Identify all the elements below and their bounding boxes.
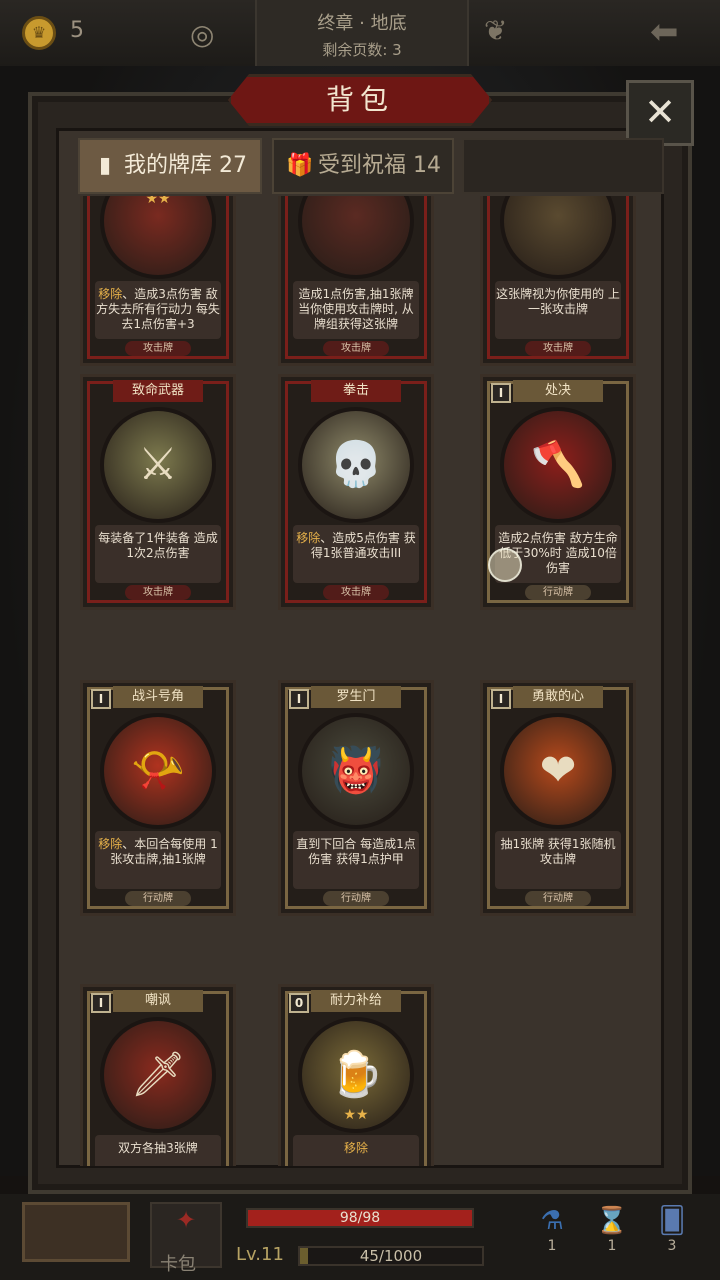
close-button[interactable]: ✕ [626, 80, 694, 146]
pages-remaining: 剩余页数: 3 [322, 41, 402, 59]
card[interactable]: 嘲讽I🗡双方各抽3张牌行动牌 [80, 984, 236, 1166]
chapter-info: 终章 · 地底 剩余页数: 3 [255, 0, 469, 66]
item-count: 3 [667, 1238, 677, 1254]
card[interactable]: 耐力补给0🍺★★移除行动牌 [278, 984, 434, 1166]
card-cost: I [289, 689, 309, 709]
potion-icon: ⚗ [540, 1206, 564, 1236]
hourglass-item[interactable]: ⌛ 1 [592, 1206, 632, 1254]
card-type: 行动牌 [125, 891, 191, 906]
card[interactable]: 勇敢的心 I ❤ 抽1张牌 获得1张随机攻击牌行动牌 [480, 680, 636, 916]
card-stars: ★★ [145, 196, 171, 207]
item-count: 1 [547, 1238, 557, 1254]
card-art: 👹 [298, 713, 414, 829]
card-bag-label: 卡包 [160, 1254, 196, 1275]
hp-text: 98/98 [339, 1210, 381, 1226]
card-name: 罗生门 [311, 686, 401, 708]
card-description: 移除、本回合每使用 1张攻击牌,抽1张牌 [95, 831, 221, 889]
crown-coin-icon: ♛ [22, 16, 56, 50]
card[interactable]: 拳击 💀 移除、造成5点伤害 获得1张普通攻击III 攻击牌 [278, 374, 434, 610]
tab-my-deck-label: 我的牌库 27 [124, 153, 247, 178]
tab-my-deck[interactable]: ▮ 我的牌库 27 [78, 138, 262, 194]
card-art-glyph: 👹 [328, 745, 384, 796]
card[interactable]: 战斗号角 I 📯 移除、本回合每使用 1张攻击牌,抽1张牌行动牌 [80, 680, 236, 916]
plant-icon[interactable]: ❦ [484, 14, 507, 47]
card-keyword: 移除 [98, 287, 123, 301]
card-icon: ▮ [98, 153, 112, 178]
card-cost: I [91, 993, 111, 1013]
cards-icon: 🂠 [658, 1206, 686, 1236]
card-type: 攻击牌 [525, 341, 591, 356]
coin-count: 5 [70, 18, 84, 43]
bag-icon: ✦ [175, 1206, 197, 1234]
card-art: 💀 [298, 407, 414, 523]
card-art-glyph: 🪓 [530, 439, 586, 490]
tab-blessings[interactable]: 🎁 受到祝福 14 [272, 138, 454, 194]
card-type: 攻击牌 [323, 585, 389, 600]
card-art: 🪓 [500, 407, 616, 523]
card[interactable]: 致命武器 ⚔ 每装备了1件装备 造成1次2点伤害攻击牌 [80, 374, 236, 610]
card-art-glyph: 💀 [328, 439, 384, 490]
card-name: 战斗号角 [113, 686, 203, 708]
level-label: Lv.11 [236, 1244, 284, 1265]
back-arrow-icon[interactable]: ⬅ [650, 12, 679, 52]
card-grid: ★★ 移除、造成3点伤害 敌方失去所有行动力 每失去1点伤害+3 攻击牌 造成1点伤害… [56, 196, 664, 1166]
card-art-glyph: 🗡 [130, 1049, 186, 1100]
cards-item[interactable]: 🂠 3 [652, 1206, 692, 1254]
card-art: ⚔ [100, 407, 216, 523]
card[interactable]: ★★ 移除、造成3点伤害 敌方失去所有行动力 每失去1点伤害+3 攻击牌 [80, 196, 236, 366]
card-description: 移除、造成3点伤害 敌方失去所有行动力 每失去1点伤害+3 [95, 281, 221, 339]
card-art-glyph: ❤ [539, 745, 577, 796]
card-description: 移除、造成5点伤害 获得1张普通攻击III [293, 525, 419, 583]
card-description: 移除 [293, 1135, 419, 1166]
card-name: 嘲讽 [113, 990, 203, 1012]
hourglass-icon: ⌛ [595, 1206, 629, 1236]
card-type: 攻击牌 [323, 341, 389, 356]
tab-bar-filler [462, 138, 664, 194]
card[interactable]: 罗生门 I 👹 直到下回合 每造成1点伤害 获得1点护甲行动牌 [278, 680, 434, 916]
top-bar: ♛ 5 ◎ 终章 · 地底 剩余页数: 3 ❦ ⬅ [0, 0, 720, 68]
card-cost: I [491, 689, 511, 709]
card-type: 行动牌 [525, 585, 591, 600]
eye-icon[interactable]: ◎ [190, 18, 214, 51]
card-description: 这张牌视为你使用的 上一张攻击牌 [495, 281, 621, 339]
xp-text: 45/1000 [359, 1247, 423, 1265]
card-type: 攻击牌 [125, 341, 191, 356]
card-type: 行动牌 [525, 891, 591, 906]
card-description: 抽1张牌 获得1张随机攻击牌 [495, 831, 621, 889]
card-name: 拳击 [311, 380, 401, 402]
card-art-glyph: 📯 [130, 745, 186, 796]
card-description: 双方各抽3张牌 [95, 1135, 221, 1166]
card-name: 处决 [513, 380, 603, 402]
card-keyword: 移除 [296, 531, 321, 545]
potion-item[interactable]: ⚗ 1 [532, 1206, 572, 1254]
card-art: ❤ [500, 713, 616, 829]
card[interactable]: 这张牌视为你使用的 上一张攻击牌攻击牌 [480, 196, 636, 366]
gift-icon: 🎁 [286, 153, 314, 178]
card-type: 行动牌 [323, 891, 389, 906]
card-name: 致命武器 [113, 380, 203, 402]
chest-icon[interactable] [22, 1202, 130, 1262]
card-type: 攻击牌 [125, 585, 191, 600]
item-count: 1 [607, 1238, 617, 1254]
card-description: 直到下回合 每造成1点伤害 获得1点护甲 [293, 831, 419, 889]
card[interactable]: 造成1点伤害,抽1张牌 当你使用攻击牌时, 从牌组获得这张牌攻击牌 [278, 196, 434, 366]
card-art: 🗡 [100, 1017, 216, 1133]
card-stars: ★★ [343, 1107, 369, 1123]
chapter-title: 终章 · 地底 [317, 13, 407, 34]
card-name: 勇敢的心 [513, 686, 603, 708]
card-description: 造成1点伤害,抽1张牌 当你使用攻击牌时, 从牌组获得这张牌 [293, 281, 419, 339]
tab-blessings-label: 受到祝福 14 [318, 153, 441, 178]
touch-indicator [488, 548, 522, 582]
card-art: 📯 [100, 713, 216, 829]
card-keyword: 移除 [343, 1141, 368, 1155]
panel-title: 背包 [228, 74, 492, 126]
card-cost: I [91, 689, 111, 709]
card-art-glyph: ⚔ [138, 439, 178, 490]
card-cost: 0 [289, 993, 309, 1013]
card-name: 耐力补给 [311, 990, 401, 1012]
card-description: 每装备了1件装备 造成1次2点伤害 [95, 525, 221, 583]
card-cost: I [491, 383, 511, 403]
card-keyword: 移除 [98, 837, 123, 851]
